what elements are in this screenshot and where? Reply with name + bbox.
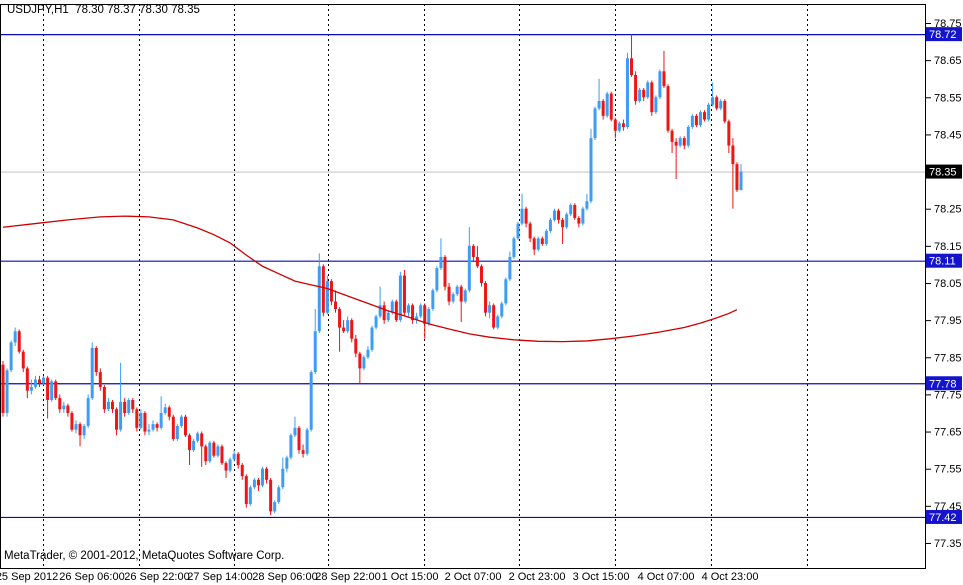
svg-text:78.65: 78.65: [934, 55, 962, 67]
svg-text:78.55: 78.55: [934, 92, 962, 104]
chart-canvas: 78.7578.6578.5578.4578.3578.2578.1578.05…: [0, 0, 963, 585]
svg-text:78.15: 78.15: [934, 241, 962, 253]
svg-text:28 Sep 06:00: 28 Sep 06:00: [252, 571, 317, 583]
candlestick-series[interactable]: [2, 34, 743, 515]
copyright-watermark: MetaTrader, © 2001-2012, MetaQuotes Soft…: [4, 550, 284, 562]
svg-text:25 Sep 2012: 25 Sep 2012: [0, 571, 58, 583]
svg-text:77.95: 77.95: [934, 315, 962, 327]
svg-text:77.55: 77.55: [934, 464, 962, 476]
svg-text:26 Sep 06:00: 26 Sep 06:00: [59, 571, 124, 583]
chart-border: [0, 4, 926, 569]
svg-text:28 Sep 22:00: 28 Sep 22:00: [315, 571, 380, 583]
svg-text:77.78: 77.78: [929, 378, 957, 390]
metatrader-chart-window: 78.7578.6578.5578.4578.3578.2578.1578.05…: [0, 0, 963, 585]
svg-text:27 Sep 14:00: 27 Sep 14:00: [187, 571, 252, 583]
svg-text:1 Oct 15:00: 1 Oct 15:00: [382, 571, 439, 583]
svg-text:77.75: 77.75: [934, 389, 962, 401]
svg-text:77.42: 77.42: [929, 512, 957, 524]
svg-text:26 Sep 22:00: 26 Sep 22:00: [124, 571, 189, 583]
svg-text:77.85: 77.85: [934, 352, 962, 364]
svg-text:78.72: 78.72: [929, 29, 957, 41]
grid-layer: [44, 4, 808, 568]
svg-text:78.05: 78.05: [934, 278, 962, 290]
chart-title-ohlc-readout: USDJPY,H1 78.30 78.37 78.30 78.35: [7, 4, 200, 16]
moving-average-line: [3, 216, 737, 342]
svg-text:78.25: 78.25: [934, 204, 962, 216]
svg-text:2 Oct 07:00: 2 Oct 07:00: [445, 571, 502, 583]
time-axis[interactable]: 25 Sep 201226 Sep 06:0026 Sep 22:0027 Se…: [0, 571, 758, 583]
svg-text:4 Oct 23:00: 4 Oct 23:00: [702, 571, 759, 583]
svg-text:2 Oct 23:00: 2 Oct 23:00: [509, 571, 566, 583]
svg-text:78.35: 78.35: [929, 167, 957, 179]
svg-text:4 Oct 07:00: 4 Oct 07:00: [638, 571, 695, 583]
svg-text:3 Oct 15:00: 3 Oct 15:00: [573, 571, 630, 583]
svg-text:77.35: 77.35: [934, 538, 962, 550]
svg-text:78.45: 78.45: [934, 129, 962, 141]
svg-text:78.11: 78.11: [929, 256, 956, 268]
price-axis[interactable]: 78.7578.6578.5578.4578.3578.2578.1578.05…: [926, 18, 962, 550]
svg-text:77.65: 77.65: [934, 427, 962, 439]
